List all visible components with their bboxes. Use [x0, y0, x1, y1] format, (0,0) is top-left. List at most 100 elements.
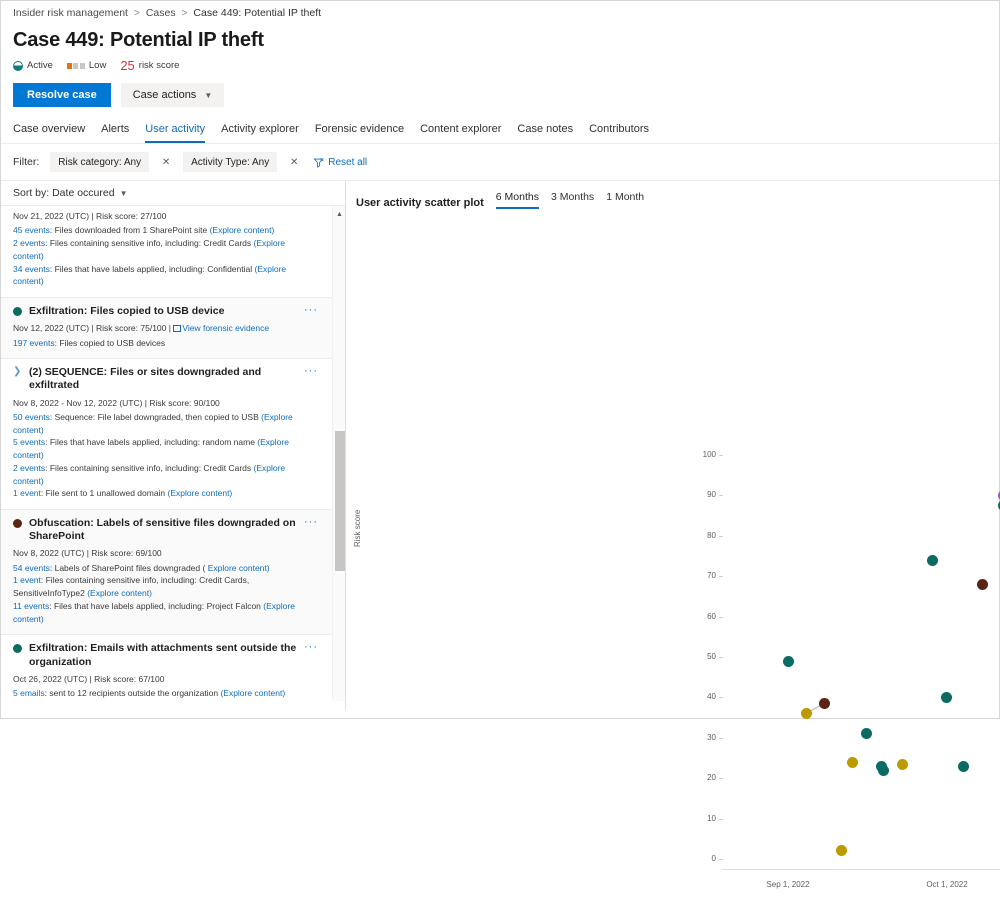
range-1-month[interactable]: 1 Month: [606, 191, 644, 209]
activity-detail-count: 50 events: [13, 412, 50, 422]
activity-detail-count: 11 events: [13, 601, 49, 611]
scatter-point[interactable]: [941, 692, 952, 703]
y-axis-tick-label: 60: [694, 612, 716, 621]
activity-detail-count: 1 event: [13, 575, 41, 585]
activity-detail-text: : Files that have labels applied, includ…: [45, 437, 257, 447]
breadcrumb-item-cases[interactable]: Cases: [146, 7, 176, 19]
activity-meta: Oct 26, 2022 (UTC) | Risk score: 67/100: [13, 673, 318, 685]
tab-contributors[interactable]: Contributors: [589, 123, 649, 143]
scatter-point[interactable]: [878, 765, 889, 776]
y-axis-tick-mark: [719, 617, 723, 618]
tab-forensic-evidence[interactable]: Forensic evidence: [315, 123, 404, 143]
explore-content-link[interactable]: (Explore content): [87, 588, 152, 598]
activity-list-scrollbar[interactable]: ▲: [332, 206, 346, 701]
range-3-months[interactable]: 3 Months: [551, 191, 594, 209]
tab-activity-explorer[interactable]: Activity explorer: [221, 123, 299, 143]
sort-by-control[interactable]: Sort by: Date occured ▼: [1, 181, 346, 205]
tab-alerts[interactable]: Alerts: [101, 123, 129, 143]
scatter-plot[interactable]: Risk score 0102030405060708090100Sep 1, …: [346, 217, 999, 710]
filter-pill-risk-category[interactable]: Risk category: Any: [50, 152, 149, 172]
scatter-point[interactable]: [897, 759, 908, 770]
activity-date-risk: Nov 12, 2022 (UTC) | Risk score: 75/100 …: [13, 323, 173, 333]
view-forensic-evidence-link[interactable]: View forensic evidence: [173, 323, 269, 333]
explore-content-link[interactable]: Explore content): [208, 563, 270, 573]
severity-label: Low: [89, 60, 106, 71]
y-axis-tick-mark: [719, 819, 723, 820]
y-axis-tick-label: 90: [694, 490, 716, 499]
explore-content-link[interactable]: (Explore content): [168, 488, 233, 498]
activity-detail-line: 34 events: Files that have labels applie…: [13, 263, 318, 289]
activity-more-actions-button[interactable]: ···: [304, 366, 318, 377]
activity-detail-count: 1 event: [13, 488, 41, 498]
y-axis-tick-mark: [719, 738, 723, 739]
scrollbar-thumb[interactable]: [335, 431, 345, 571]
clear-activity-type-icon[interactable]: ✕: [285, 152, 303, 172]
scatter-point[interactable]: [783, 656, 794, 667]
range-6-months[interactable]: 6 Months: [496, 191, 539, 209]
y-axis-tick-label: 40: [694, 692, 716, 701]
resolve-case-button[interactable]: Resolve case: [13, 83, 111, 107]
activity-list-item[interactable]: Nov 21, 2022 (UTC) | Risk score: 27/1004…: [1, 210, 332, 298]
tab-case-overview[interactable]: Case overview: [13, 123, 85, 143]
expand-chevron-icon[interactable]: ❯: [13, 367, 22, 377]
scatter-point[interactable]: [958, 761, 969, 772]
activity-date-risk: Nov 8, 2022 - Nov 12, 2022 (UTC) | Risk …: [13, 398, 220, 408]
activity-detail-count: 34 events: [13, 264, 50, 274]
scatter-plot-pane: User activity scatter plot 6 Months 3 Mo…: [346, 181, 999, 710]
case-actions-button[interactable]: Case actions ▼: [121, 83, 225, 107]
tab-case-notes[interactable]: Case notes: [517, 123, 573, 143]
activity-list-item[interactable]: Exfiltration: Files copied to USB device…: [1, 298, 332, 359]
y-axis-tick-label: 30: [694, 733, 716, 742]
breadcrumb-item-root[interactable]: Insider risk management: [13, 7, 128, 19]
scatter-point[interactable]: [847, 757, 858, 768]
scatter-point[interactable]: [927, 555, 938, 566]
activity-list-item[interactable]: Exfiltration: Emails with attachments se…: [1, 635, 332, 701]
activity-detail-line: 2 events: Files containing sensitive inf…: [13, 237, 318, 263]
activity-more-actions-button[interactable]: ···: [304, 642, 318, 653]
activity-list-scroll[interactable]: Nov 21, 2022 (UTC) | Risk score: 27/1004…: [1, 206, 332, 701]
activity-list-item[interactable]: Obfuscation: Labels of sensitive files d…: [1, 510, 332, 635]
y-axis-tick-label: 70: [694, 571, 716, 580]
y-axis-tick-mark: [719, 576, 723, 577]
y-axis-tick-mark: [719, 697, 723, 698]
tab-content-explorer[interactable]: Content explorer: [420, 123, 501, 143]
breadcrumb: Insider risk management > Cases > Case 4…: [1, 1, 999, 19]
y-axis-tick-label: 10: [694, 814, 716, 823]
chart-header: User activity scatter plot 6 Months 3 Mo…: [346, 181, 999, 209]
breadcrumb-item-current: Case 449: Potential IP theft: [193, 7, 321, 19]
filter-pill-activity-type[interactable]: Activity Type: Any: [183, 152, 277, 172]
activity-list-item[interactable]: ❯ (2) SEQUENCE: Files or sites downgraded…: [1, 359, 332, 510]
activity-detail-line: 11 events: Files that have labels applie…: [13, 600, 318, 626]
case-action-bar: Resolve case Case actions ▼: [1, 73, 999, 107]
tab-user-activity[interactable]: User activity: [145, 123, 205, 143]
explore-content-link[interactable]: (Explore content): [220, 688, 285, 698]
y-axis-tick-label: 0: [694, 854, 716, 863]
activity-detail-count: 5 events: [13, 437, 45, 447]
explore-content-link[interactable]: (Explore content): [210, 225, 275, 235]
reset-all-button[interactable]: Reset all: [313, 157, 367, 168]
activity-detail-text: : Files downloaded from 1 SharePoint sit…: [50, 225, 210, 235]
activity-detail-line: 54 events: Labels of SharePoint files do…: [13, 562, 318, 575]
y-axis-tick-label: 50: [694, 652, 716, 661]
scatter-point[interactable]: [819, 698, 830, 709]
y-axis-tick-mark: [719, 778, 723, 779]
sequence-connection-lines: [346, 217, 1000, 900]
activity-detail-line: 2 events: Files containing sensitive inf…: [13, 462, 318, 488]
activity-detail-text: : Labels of SharePoint files downgraded …: [50, 563, 208, 573]
clear-risk-category-icon[interactable]: ✕: [157, 152, 175, 172]
y-axis-tick-mark: [719, 536, 723, 537]
activity-date-risk: Oct 26, 2022 (UTC) | Risk score: 67/100: [13, 674, 165, 684]
activity-more-actions-button[interactable]: ···: [304, 517, 318, 528]
chevron-down-icon: ▼: [204, 91, 212, 100]
x-axis-tick-label: Sep 1, 2022: [753, 880, 823, 889]
case-actions-label: Case actions: [133, 89, 197, 101]
activity-detail-text: : Files that have labels applied, includ…: [50, 264, 255, 274]
activity-more-actions-button[interactable]: ···: [304, 305, 318, 316]
activity-detail-count: 2 events: [13, 238, 45, 248]
activity-detail-line: 50 events: Sequence: File label downgrad…: [13, 411, 318, 437]
scatter-point[interactable]: [801, 708, 812, 719]
scatter-point[interactable]: [836, 845, 847, 856]
activity-title: (2) SEQUENCE: Files or sites downgraded …: [29, 366, 297, 392]
scatter-point[interactable]: [861, 728, 872, 739]
scatter-point[interactable]: [977, 579, 988, 590]
